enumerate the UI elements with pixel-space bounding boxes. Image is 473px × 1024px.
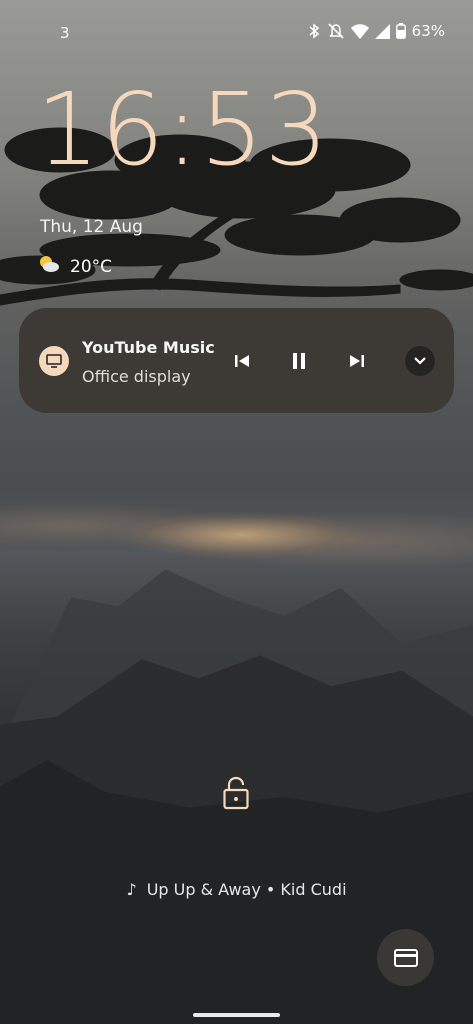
bluetooth-icon <box>307 23 321 39</box>
status-bar: 3 63% <box>0 0 473 64</box>
pause-icon <box>293 353 305 369</box>
partly-cloudy-icon <box>38 254 60 279</box>
notification-count: 3 <box>60 24 70 42</box>
battery-icon <box>395 23 406 39</box>
pause-button[interactable] <box>286 348 312 374</box>
weather[interactable]: 20°C <box>38 254 112 279</box>
battery-percent: 63% <box>411 22 445 40</box>
chevron-down-icon <box>414 357 426 365</box>
lock-icon[interactable] <box>221 776 251 814</box>
expand-button[interactable] <box>405 346 435 376</box>
signal-icon <box>374 23 390 39</box>
previous-icon <box>235 355 249 367</box>
wifi-icon <box>350 23 369 39</box>
mute-icon <box>327 23 345 39</box>
temperature: 20°C <box>70 256 113 277</box>
card-icon <box>393 948 418 967</box>
next-icon <box>350 355 364 367</box>
music-note-icon: ♪ <box>126 880 137 899</box>
now-playing[interactable]: ♪ Up Up & Away • Kid Cudi <box>0 880 473 899</box>
media-app-name: YouTube Music <box>82 338 215 357</box>
wallet-button[interactable] <box>377 929 434 986</box>
cast-display-icon[interactable] <box>39 346 69 376</box>
date[interactable]: Thu, 12 Aug <box>40 217 143 237</box>
media-player-card[interactable]: YouTube Music Office display <box>19 308 454 413</box>
home-indicator[interactable] <box>193 1013 280 1017</box>
media-output-device: Office display <box>82 367 191 386</box>
previous-button[interactable] <box>229 348 255 374</box>
now-playing-text: Up Up & Away • Kid Cudi <box>146 880 347 899</box>
clock[interactable]: 16:53 <box>36 80 329 180</box>
next-button[interactable] <box>344 348 370 374</box>
